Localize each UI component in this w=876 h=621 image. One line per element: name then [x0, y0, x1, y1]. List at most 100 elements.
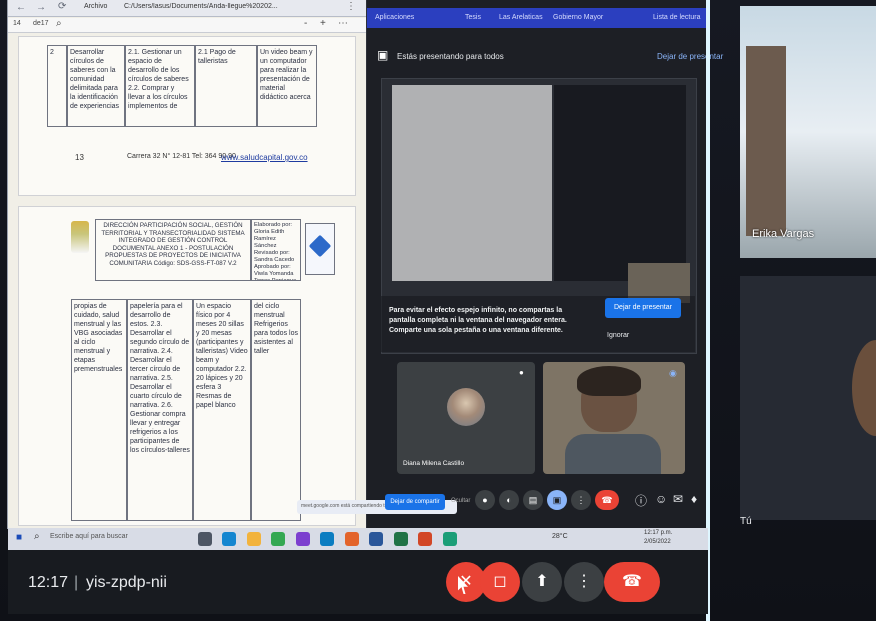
stop-sharing-label: Dejar de compartir [390, 499, 440, 505]
material-text: Un video beam y un computador para reali… [260, 49, 313, 101]
meeting-code[interactable]: yis-zpdp-nii [86, 574, 167, 592]
tile-name: Erika Vargas [752, 228, 815, 240]
activities-icon[interactable]: ♦ [691, 492, 697, 506]
search-icon[interactable]: ⌕ [34, 531, 40, 542]
start-icon[interactable]: ■ [16, 532, 22, 543]
people-icon[interactable]: ☺ [655, 492, 667, 506]
more-options-icon[interactable]: ⋮ [571, 490, 591, 510]
presenting-header: ▣ Estás presentando para todos Dejar de … [367, 46, 723, 68]
word-icon[interactable] [369, 532, 384, 546]
resource-cell: 2.1 Pago de talleristas [195, 45, 257, 127]
bookmark-lista-lectura[interactable]: Lista de lectura [653, 14, 700, 21]
chrome-icon[interactable] [271, 532, 286, 546]
pdf-toolbar: 14 de17 ⌕ - + ⋯ [8, 18, 366, 33]
stop-presenting-button-label: Dejar de presentar [614, 304, 672, 311]
taskbar-time: 12:17 p.m. [644, 530, 673, 536]
more-options-button-bottom[interactable]: ⋮ [564, 562, 604, 602]
more-options-button[interactable]: ⋯ [338, 18, 348, 29]
camera-person-hair [577, 366, 641, 396]
stop-presenting-button[interactable]: Dejar de presentar [605, 298, 681, 318]
ignore-button[interactable]: Ignorar [607, 332, 629, 339]
presenting-label: Estás presentando para todos [397, 52, 504, 61]
mic-button[interactable]: ● [475, 490, 495, 510]
document-seal [305, 223, 335, 275]
self-avatar-edge [852, 340, 876, 436]
search-icon[interactable]: ⌕ [56, 18, 62, 29]
pdf-page-bottom: DIRECCIÓN PARTICIPACIÓN SOCIAL, GESTIÓN … [18, 206, 356, 526]
footer-link[interactable]: www.saludcapital.gov.co [221, 153, 308, 162]
app-icon-1[interactable] [295, 532, 310, 546]
more-icon: ⋮ [576, 573, 592, 590]
address-label-archivo: Archivo [84, 3, 108, 10]
taskbar-search-input[interactable]: Escribe aquí para buscar [50, 533, 128, 540]
header-meta: Elaborado por: Gloria Edith Ramírez Sánc… [254, 222, 297, 281]
zoom-in-button[interactable]: + [320, 18, 326, 29]
bookmark-las-arelaticas[interactable]: Las Arelaticas [499, 14, 543, 21]
task-view-icon[interactable] [198, 532, 212, 546]
zoom-out-button[interactable]: - [304, 18, 307, 29]
hide-button[interactable]: Ocultar [451, 498, 470, 504]
app-icon-3[interactable] [344, 532, 359, 546]
material-detail-text: del ciclo menstrual Refrigerios para tod… [254, 303, 298, 355]
menu-icon[interactable]: ⋮ [346, 1, 356, 12]
camera-off-button[interactable]: ◻ [480, 562, 520, 602]
resource-text: 2.1 Pago de talleristas [198, 49, 236, 65]
app-icon-2[interactable] [320, 532, 335, 546]
institution-logo [71, 221, 89, 253]
captions-button[interactable]: ▤ [523, 490, 543, 510]
stop-sharing-button[interactable]: Dejar de compartir [385, 494, 445, 510]
participant-tile-self: ◉ [543, 362, 685, 474]
powerpoint-icon[interactable] [418, 532, 433, 546]
self-label: Tú [740, 516, 752, 527]
bookshelf [746, 46, 786, 236]
pin-icon[interactable]: ◉ [669, 368, 677, 379]
header-meta-cell: Elaborado por: Gloria Edith Ramírez Sánc… [251, 219, 301, 281]
address-url[interactable]: C:/Users/lasus/Documents/Anda-llegue%202… [124, 3, 292, 10]
mirror-warning-panel: Para evitar el efecto espejo infinito, n… [381, 296, 695, 352]
forward-icon[interactable]: → [36, 2, 46, 13]
inner-meet-window: Aplicaciones Tesis Las Arelaticas Gobier… [297, 0, 723, 528]
page-number[interactable]: 14 [13, 20, 21, 27]
reload-icon[interactable]: ⟳ [58, 1, 66, 12]
camera-person-body [565, 434, 661, 474]
row-number-cell: 2 [47, 45, 67, 127]
meet-bottom-bar: 12:17 | yis-zpdp-nii ✕ ◻ ⬆ ⋮ ☎ [8, 550, 708, 614]
present-button[interactable]: ▣ [547, 490, 567, 510]
chat-icon[interactable]: ✉ [673, 492, 683, 506]
app-icon-4[interactable] [442, 532, 457, 546]
hang-up-button[interactable]: ☎ [595, 490, 619, 510]
resource-detail-cell: Un espacio físico por 4 meses 20 sillas … [193, 299, 251, 521]
back-icon[interactable]: ← [16, 2, 26, 13]
file-explorer-icon[interactable] [246, 532, 261, 546]
participant-tile-self-view [740, 276, 876, 520]
bookmark-gobierno-mayor[interactable]: Gobierno Mayor [553, 14, 603, 21]
mirror-meet [554, 85, 686, 281]
stop-presenting-link[interactable]: Dejar de presentar [657, 52, 723, 61]
objective-cell: Desarrollar círculos de saberes con la c… [67, 45, 125, 127]
present-screen-icon: ▣ [377, 48, 389, 62]
present-icon: ⬆ [535, 573, 549, 590]
objective-text: Desarrollar círculos de saberes con la c… [70, 49, 120, 110]
camera-button[interactable]: ◐ [499, 490, 519, 510]
info-icon[interactable]: ⓘ [635, 492, 647, 509]
browser-toolbar: ← → ⟳ Archivo C:/Users/lasus/Documents/A… [8, 0, 366, 17]
participant-tile-diana: Diana Milena Castillo ● [397, 362, 535, 474]
seal-icon [308, 234, 332, 258]
avatar [447, 388, 485, 426]
bookmark-aplicaciones[interactable]: Aplicaciones [375, 14, 414, 21]
bookmark-tesis[interactable]: Tesis [465, 14, 481, 21]
footer-number: 13 [75, 153, 84, 162]
pdf-page-top: 2 Desarrollar círculos de saberes con la… [18, 36, 356, 196]
phone-icon: ☎ [622, 573, 642, 590]
activity-cell: 2.1. Gestionar un espacio de desarrollo … [125, 45, 195, 127]
camera-off-icon: ◻ [493, 573, 507, 590]
weather-temperature: 28°C [552, 533, 568, 540]
leave-call-button[interactable]: ☎ [604, 562, 660, 602]
participant-tile-erika: Erika Vargas [740, 6, 876, 258]
excel-icon[interactable] [393, 532, 408, 546]
present-now-button[interactable]: ⬆ [522, 562, 562, 602]
participant-name: Diana Milena Castillo [403, 460, 465, 467]
resource-detail-text: Un espacio físico por 4 meses 20 sillas … [196, 303, 248, 409]
mirror-warning-text: Para evitar el efecto espejo infinito, n… [389, 307, 567, 334]
edge-icon[interactable] [222, 532, 237, 546]
